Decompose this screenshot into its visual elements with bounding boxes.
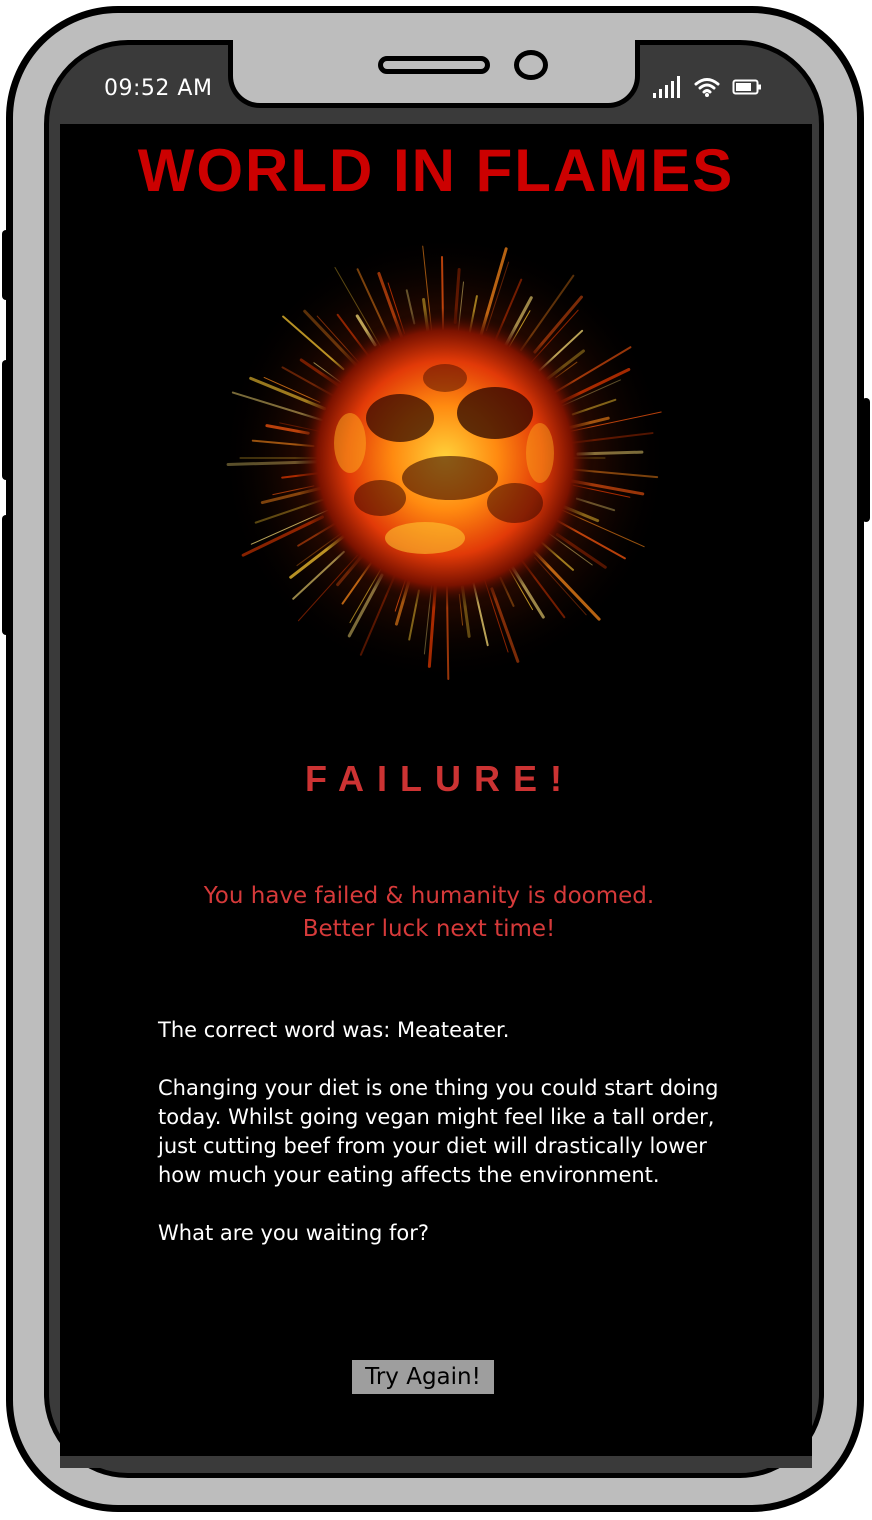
phone-notch <box>228 40 640 108</box>
screen-bottom-bar <box>60 1456 812 1468</box>
explanation-text: The correct word was: Meateater. Changin… <box>158 1016 728 1277</box>
phone-side-button-left-1 <box>2 230 10 300</box>
status-time: 09:52 AM <box>104 76 213 101</box>
page-title: WORLD IN FLAMES <box>137 137 735 204</box>
doom-line-1: You have failed & humanity is doomed. <box>203 883 655 909</box>
signal-icon <box>653 76 680 98</box>
result-heading: FAILURE! <box>305 758 575 799</box>
phone-side-button-right <box>862 398 870 522</box>
phone-side-button-left-2 <box>2 360 10 480</box>
status-icons <box>652 74 762 100</box>
doom-message: You have failed & humanity is doomed. Be… <box>0 880 858 946</box>
question-text: What are you waiting for? <box>158 1221 430 1245</box>
explosion-icon <box>220 233 670 683</box>
doom-line-2: Better luck next time! <box>302 916 556 942</box>
battery-icon <box>732 79 761 95</box>
speaker-icon <box>378 56 490 74</box>
phone-side-button-left-3 <box>2 515 10 635</box>
camera-icon <box>514 50 548 80</box>
wifi-icon <box>694 78 720 97</box>
try-again-button[interactable]: Try Again! <box>350 1358 496 1396</box>
correct-word-text: The correct word was: Meateater. <box>158 1018 510 1042</box>
advice-text: Changing your diet is one thing you coul… <box>158 1076 719 1187</box>
